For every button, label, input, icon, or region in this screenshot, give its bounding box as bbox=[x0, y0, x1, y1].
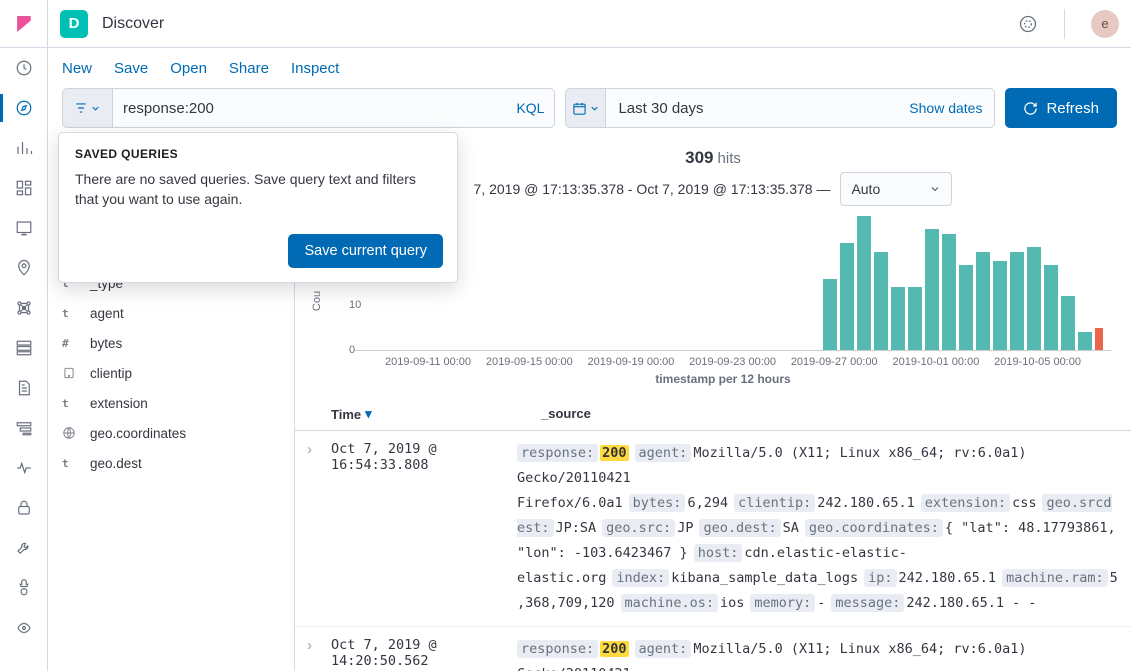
sort-desc-icon: ▾ bbox=[365, 406, 372, 422]
histogram-bar[interactable] bbox=[1027, 247, 1041, 350]
saved-queries-popover: SAVED QUERIES There are no saved queries… bbox=[58, 132, 458, 283]
discover-toolbar: New Save Open Share Inspect bbox=[48, 48, 1131, 88]
show-dates-link: Show dates bbox=[909, 100, 982, 116]
ip-field-icon bbox=[62, 364, 80, 382]
field-item[interactable]: t geo.dest bbox=[48, 448, 294, 478]
save-current-query-button[interactable]: Save current query bbox=[288, 234, 443, 268]
nav-rail bbox=[0, 0, 48, 671]
doc-source: response:200agent:Mozilla/5.0 (X11; Linu… bbox=[517, 637, 1119, 671]
share-button[interactable]: Share bbox=[229, 60, 269, 77]
inspect-button[interactable]: Inspect bbox=[291, 60, 339, 77]
histogram-bar[interactable] bbox=[959, 265, 973, 350]
histogram-bar[interactable] bbox=[993, 261, 1007, 350]
doc-source: response:200agent:Mozilla/5.0 (X11; Linu… bbox=[517, 441, 1119, 616]
histogram-bar[interactable] bbox=[823, 279, 837, 350]
save-button[interactable]: Save bbox=[114, 60, 148, 77]
popover-body: There are no saved queries. Save query t… bbox=[59, 169, 457, 224]
histogram-bar[interactable] bbox=[1044, 265, 1058, 350]
nav-discover-icon[interactable] bbox=[0, 88, 48, 128]
date-quick-button[interactable] bbox=[565, 88, 605, 128]
expand-row-icon[interactable]: › bbox=[307, 441, 331, 616]
time-column-header[interactable]: Time ▾ bbox=[331, 406, 541, 422]
query-input[interactable] bbox=[123, 100, 516, 117]
nav-apm-icon[interactable] bbox=[0, 408, 48, 448]
histogram-bar[interactable] bbox=[976, 252, 990, 350]
nav-visualize-icon[interactable] bbox=[0, 128, 48, 168]
histogram-bar[interactable] bbox=[942, 234, 956, 350]
histogram-bar[interactable] bbox=[874, 252, 888, 350]
doc-row: ›Oct 7, 2019 @ 16:54:33.808response:200a… bbox=[295, 431, 1131, 627]
user-avatar[interactable]: e bbox=[1091, 10, 1119, 38]
field-item[interactable]: geo.coordinates bbox=[48, 418, 294, 448]
kibana-logo[interactable] bbox=[0, 0, 48, 48]
space-badge[interactable]: D bbox=[60, 10, 88, 38]
nav-recent-icon[interactable] bbox=[0, 48, 48, 88]
field-name: geo.coordinates bbox=[90, 426, 186, 441]
field-item[interactable]: clientip bbox=[48, 358, 294, 388]
nav-ml-icon[interactable] bbox=[0, 288, 48, 328]
t-field-icon: t bbox=[62, 394, 80, 412]
field-name: geo.dest bbox=[90, 456, 142, 471]
histogram-bar[interactable] bbox=[840, 243, 854, 350]
doc-table-header: Time ▾ _source bbox=[295, 398, 1131, 431]
open-button[interactable]: Open bbox=[170, 60, 207, 77]
t-field-icon: t bbox=[62, 304, 80, 322]
doc-time: Oct 7, 2019 @ 16:54:33.808 bbox=[331, 441, 517, 616]
nav-uptime-icon[interactable] bbox=[0, 448, 48, 488]
popover-title: SAVED QUERIES bbox=[59, 133, 457, 169]
nav-monitoring-icon[interactable] bbox=[0, 568, 48, 608]
nav-siem-icon[interactable] bbox=[0, 488, 48, 528]
nav-maps-icon[interactable] bbox=[0, 248, 48, 288]
field-item[interactable]: t extension bbox=[48, 388, 294, 418]
doc-time: Oct 7, 2019 @ 14:20:50.562 bbox=[331, 637, 517, 671]
top-bar: D Discover e bbox=[48, 0, 1131, 48]
#-field-icon: # bbox=[62, 334, 80, 352]
field-name: clientip bbox=[90, 366, 132, 381]
doc-row: ›Oct 7, 2019 @ 14:20:50.562response:200a… bbox=[295, 627, 1131, 671]
date-range-display[interactable]: Last 30 days Show dates bbox=[605, 88, 995, 128]
nav-management-icon[interactable] bbox=[0, 608, 48, 648]
histogram-bar[interactable] bbox=[908, 287, 922, 350]
histogram-bar[interactable] bbox=[1078, 332, 1092, 350]
breadcrumb: Discover bbox=[102, 15, 1018, 33]
globe-field-icon bbox=[62, 424, 80, 442]
field-name: agent bbox=[90, 306, 124, 321]
field-name: bytes bbox=[90, 336, 122, 351]
nav-logs-icon[interactable] bbox=[0, 368, 48, 408]
field-item[interactable]: # bytes bbox=[48, 328, 294, 358]
histogram-bar[interactable] bbox=[925, 229, 939, 350]
field-item[interactable]: tagent bbox=[48, 298, 294, 328]
nav-canvas-icon[interactable] bbox=[0, 208, 48, 248]
expand-row-icon[interactable]: › bbox=[307, 637, 331, 671]
histogram-bar[interactable] bbox=[1010, 252, 1024, 350]
saved-queries-button[interactable] bbox=[62, 88, 112, 128]
query-lang-badge[interactable]: KQL bbox=[516, 100, 544, 116]
newsfeed-icon[interactable] bbox=[1018, 14, 1038, 34]
t-field-icon: t bbox=[62, 454, 80, 472]
source-column-header: _source bbox=[541, 406, 1119, 422]
histogram-bar[interactable] bbox=[1061, 296, 1075, 350]
nav-infra-icon[interactable] bbox=[0, 328, 48, 368]
nav-devtools-icon[interactable] bbox=[0, 528, 48, 568]
refresh-button[interactable]: Refresh bbox=[1005, 88, 1117, 128]
histogram-bar[interactable] bbox=[857, 216, 871, 350]
new-button[interactable]: New bbox=[62, 60, 92, 77]
field-name: extension bbox=[90, 396, 148, 411]
nav-dashboard-icon[interactable] bbox=[0, 168, 48, 208]
interval-select[interactable]: Auto bbox=[840, 172, 952, 206]
histogram-bar[interactable] bbox=[891, 287, 905, 350]
